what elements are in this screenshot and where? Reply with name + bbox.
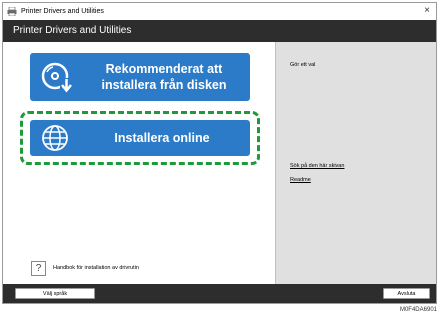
install-online-button[interactable]: Installera online <box>30 120 250 156</box>
footer-bar: Välj språk Avsluta <box>3 284 436 303</box>
app-header: Printer Drivers and Utilities <box>3 20 436 42</box>
readme-link[interactable]: Readme <box>290 177 311 183</box>
side-hint: Gör ett val <box>290 62 316 68</box>
install-from-disk-label: Rekommenderat att installera från disken <box>101 62 227 92</box>
browse-disc-link[interactable]: Sök på den här skivan <box>290 163 344 169</box>
main-panel: Rekommenderat att installera från disken… <box>3 42 275 284</box>
close-icon[interactable]: × <box>424 5 430 17</box>
title-bar: Printer Drivers and Utilities × <box>3 3 436 20</box>
header-title: Printer Drivers and Utilities <box>13 25 132 36</box>
app-window: Printer Drivers and Utilities × Printer … <box>2 2 437 304</box>
exit-button[interactable]: Avsluta <box>383 288 430 299</box>
help-manual-link[interactable]: Handbok för installation av drivrutin <box>53 265 139 271</box>
window-title: Printer Drivers and Utilities <box>21 8 104 15</box>
figure-code: M0F4DA6901 <box>399 307 437 313</box>
install-from-disk-button[interactable]: Rekommenderat att installera från disken <box>30 53 250 101</box>
select-language-button[interactable]: Välj språk <box>15 288 95 299</box>
globe-icon <box>42 125 68 151</box>
side-panel: Gör ett val Sök på den här skivan Readme <box>275 42 436 284</box>
disc-download-icon <box>41 62 73 94</box>
printer-icon <box>7 7 17 16</box>
install-online-label: Installera online <box>114 131 210 145</box>
question-icon[interactable]: ? <box>31 261 46 276</box>
